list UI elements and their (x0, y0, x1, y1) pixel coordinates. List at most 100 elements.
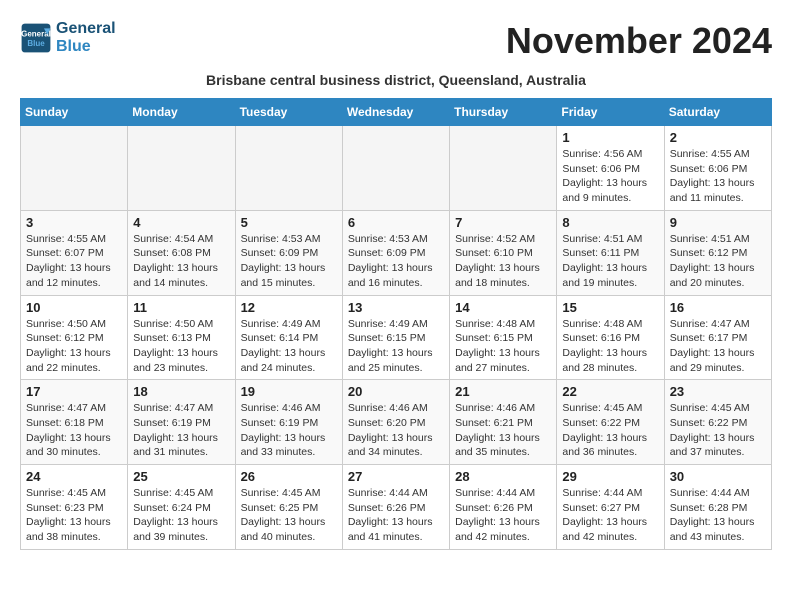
day-number: 27 (348, 469, 444, 484)
day-number: 8 (562, 215, 658, 230)
logo-icon: General Blue (20, 22, 52, 54)
day-info: Sunrise: 4:55 AMSunset: 6:06 PMDaylight:… (670, 147, 766, 206)
day-cell: 2 Sunrise: 4:55 AMSunset: 6:06 PMDaylight… (664, 126, 771, 211)
week-row-1: 1 Sunrise: 4:56 AMSunset: 6:06 PMDaylight… (21, 126, 772, 211)
day-info: Sunrise: 4:47 AMSunset: 6:18 PMDaylight:… (26, 401, 122, 460)
day-info: Sunrise: 4:50 AMSunset: 6:13 PMDaylight:… (133, 317, 229, 376)
day-number: 20 (348, 384, 444, 399)
logo-text-general: General (56, 20, 116, 38)
day-cell (21, 126, 128, 211)
logo-text-blue: Blue (56, 38, 116, 56)
day-info: Sunrise: 4:54 AMSunset: 6:08 PMDaylight:… (133, 232, 229, 291)
day-number: 24 (26, 469, 122, 484)
day-info: Sunrise: 4:53 AMSunset: 6:09 PMDaylight:… (348, 232, 444, 291)
day-info: Sunrise: 4:45 AMSunset: 6:24 PMDaylight:… (133, 486, 229, 545)
weekday-header-tuesday: Tuesday (235, 99, 342, 126)
day-cell: 18 Sunrise: 4:47 AMSunset: 6:19 PMDayligh… (128, 380, 235, 465)
day-cell: 8 Sunrise: 4:51 AMSunset: 6:11 PMDaylight… (557, 210, 664, 295)
week-row-2: 3 Sunrise: 4:55 AMSunset: 6:07 PMDaylight… (21, 210, 772, 295)
day-info: Sunrise: 4:45 AMSunset: 6:22 PMDaylight:… (670, 401, 766, 460)
day-cell: 1 Sunrise: 4:56 AMSunset: 6:06 PMDaylight… (557, 126, 664, 211)
day-number: 3 (26, 215, 122, 230)
weekday-header-saturday: Saturday (664, 99, 771, 126)
day-number: 25 (133, 469, 229, 484)
day-info: Sunrise: 4:44 AMSunset: 6:27 PMDaylight:… (562, 486, 658, 545)
day-number: 16 (670, 300, 766, 315)
weekday-header-wednesday: Wednesday (342, 99, 449, 126)
day-number: 7 (455, 215, 551, 230)
day-info: Sunrise: 4:44 AMSunset: 6:28 PMDaylight:… (670, 486, 766, 545)
day-number: 28 (455, 469, 551, 484)
day-cell: 25 Sunrise: 4:45 AMSunset: 6:24 PMDayligh… (128, 465, 235, 550)
day-info: Sunrise: 4:46 AMSunset: 6:19 PMDaylight:… (241, 401, 337, 460)
day-number: 6 (348, 215, 444, 230)
month-title: November 2024 (506, 20, 772, 62)
day-info: Sunrise: 4:46 AMSunset: 6:21 PMDaylight:… (455, 401, 551, 460)
day-cell (342, 126, 449, 211)
day-cell: 13Sunrise: 4:49 AMSunset: 6:15 PMDayligh… (342, 295, 449, 380)
day-info: Sunrise: 4:44 AMSunset: 6:26 PMDaylight:… (455, 486, 551, 545)
day-number: 11 (133, 300, 229, 315)
day-number: 26 (241, 469, 337, 484)
day-number: 29 (562, 469, 658, 484)
day-number: 9 (670, 215, 766, 230)
day-cell: 24 Sunrise: 4:45 AMSunset: 6:23 PMDayligh… (21, 465, 128, 550)
day-number: 23 (670, 384, 766, 399)
day-info: Sunrise: 4:48 AMSunset: 6:16 PMDaylight:… (562, 317, 658, 376)
day-cell: 28 Sunrise: 4:44 AMSunset: 6:26 PMDayligh… (450, 465, 557, 550)
day-info: Sunrise: 4:46 AMSunset: 6:20 PMDaylight:… (348, 401, 444, 460)
day-info: Sunrise: 4:47 AMSunset: 6:17 PMDaylight:… (670, 317, 766, 376)
day-number: 22 (562, 384, 658, 399)
month-title-section: November 2024 (506, 20, 772, 62)
week-row-4: 17 Sunrise: 4:47 AMSunset: 6:18 PMDayligh… (21, 380, 772, 465)
weekday-header-thursday: Thursday (450, 99, 557, 126)
day-number: 30 (670, 469, 766, 484)
day-cell: 19 Sunrise: 4:46 AMSunset: 6:19 PMDayligh… (235, 380, 342, 465)
day-number: 18 (133, 384, 229, 399)
day-info: Sunrise: 4:45 AMSunset: 6:23 PMDaylight:… (26, 486, 122, 545)
day-info: Sunrise: 4:51 AMSunset: 6:12 PMDaylight:… (670, 232, 766, 291)
week-row-5: 24 Sunrise: 4:45 AMSunset: 6:23 PMDayligh… (21, 465, 772, 550)
day-info: Sunrise: 4:53 AMSunset: 6:09 PMDaylight:… (241, 232, 337, 291)
weekday-header-row: SundayMondayTuesdayWednesdayThursdayFrid… (21, 99, 772, 126)
day-info: Sunrise: 4:51 AMSunset: 6:11 PMDaylight:… (562, 232, 658, 291)
weekday-header-monday: Monday (128, 99, 235, 126)
day-cell: 14Sunrise: 4:48 AMSunset: 6:15 PMDayligh… (450, 295, 557, 380)
day-info: Sunrise: 4:55 AMSunset: 6:07 PMDaylight:… (26, 232, 122, 291)
day-info: Sunrise: 4:50 AMSunset: 6:12 PMDaylight:… (26, 317, 122, 376)
day-number: 13 (348, 300, 444, 315)
day-number: 21 (455, 384, 551, 399)
day-cell (128, 126, 235, 211)
day-number: 12 (241, 300, 337, 315)
day-cell: 22Sunrise: 4:45 AMSunset: 6:22 PMDayligh… (557, 380, 664, 465)
subtitle: Brisbane central business district, Quee… (20, 72, 772, 88)
day-number: 15 (562, 300, 658, 315)
day-cell: 7 Sunrise: 4:52 AMSunset: 6:10 PMDaylight… (450, 210, 557, 295)
day-cell: 30 Sunrise: 4:44 AMSunset: 6:28 PMDayligh… (664, 465, 771, 550)
day-info: Sunrise: 4:47 AMSunset: 6:19 PMDaylight:… (133, 401, 229, 460)
day-cell: 21 Sunrise: 4:46 AMSunset: 6:21 PMDayligh… (450, 380, 557, 465)
day-info: Sunrise: 4:56 AMSunset: 6:06 PMDaylight:… (562, 147, 658, 206)
logo: General Blue General Blue (20, 20, 116, 56)
day-cell: 17 Sunrise: 4:47 AMSunset: 6:18 PMDayligh… (21, 380, 128, 465)
day-cell: 12 Sunrise: 4:49 AMSunset: 6:14 PMDayligh… (235, 295, 342, 380)
svg-text:Blue: Blue (27, 39, 45, 48)
day-cell (450, 126, 557, 211)
day-cell: 15 Sunrise: 4:48 AMSunset: 6:16 PMDayligh… (557, 295, 664, 380)
day-cell: 4 Sunrise: 4:54 AMSunset: 6:08 PMDaylight… (128, 210, 235, 295)
day-info: Sunrise: 4:52 AMSunset: 6:10 PMDaylight:… (455, 232, 551, 291)
day-info: Sunrise: 4:49 AMSunset: 6:14 PMDaylight:… (241, 317, 337, 376)
day-cell: 10Sunrise: 4:50 AMSunset: 6:12 PMDayligh… (21, 295, 128, 380)
day-number: 1 (562, 130, 658, 145)
day-number: 17 (26, 384, 122, 399)
day-number: 4 (133, 215, 229, 230)
day-number: 5 (241, 215, 337, 230)
day-cell: 20 Sunrise: 4:46 AMSunset: 6:20 PMDayligh… (342, 380, 449, 465)
day-cell: 6 Sunrise: 4:53 AMSunset: 6:09 PMDaylight… (342, 210, 449, 295)
day-cell: 26Sunrise: 4:45 AMSunset: 6:25 PMDayligh… (235, 465, 342, 550)
day-cell: 27Sunrise: 4:44 AMSunset: 6:26 PMDayligh… (342, 465, 449, 550)
day-info: Sunrise: 4:48 AMSunset: 6:15 PMDaylight:… (455, 317, 551, 376)
day-number: 2 (670, 130, 766, 145)
day-cell: 9 Sunrise: 4:51 AMSunset: 6:12 PMDaylight… (664, 210, 771, 295)
day-number: 19 (241, 384, 337, 399)
